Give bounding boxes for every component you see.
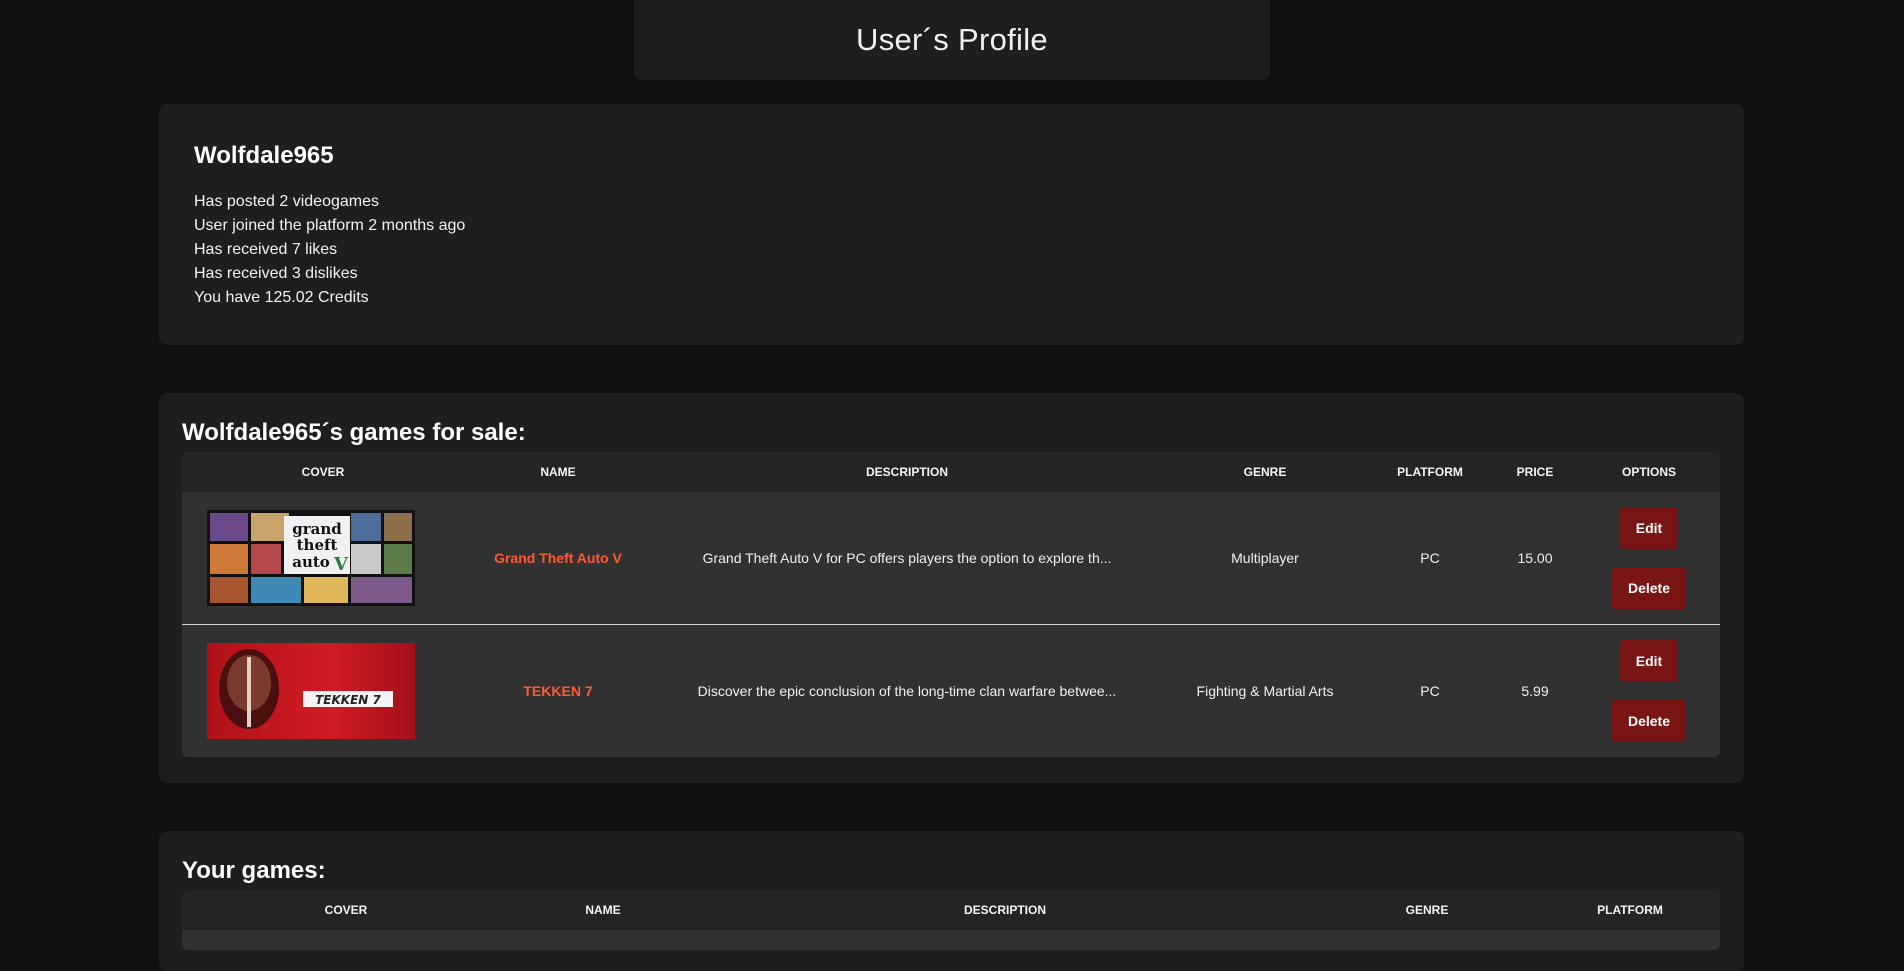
table-row: TEKKEN 7 TEKKEN 7 Discover the epic conc… bbox=[182, 625, 1720, 757]
table-header: COVER NAME DESCRIPTION GENRE PLATFORM PR… bbox=[182, 452, 1720, 492]
profile-card: Wolfdale965 Has posted 2 videogames User… bbox=[159, 104, 1744, 345]
your-games-card: Your games: COVER NAME DESCRIPTION GENRE… bbox=[159, 831, 1744, 971]
delete-button[interactable]: Delete bbox=[1612, 700, 1686, 742]
table-row: grand theft auto V Grand Theft Auto V Gr… bbox=[182, 492, 1720, 625]
game-price: 5.99 bbox=[1521, 683, 1549, 699]
column-header-description: DESCRIPTION bbox=[963, 903, 1046, 917]
profile-stats: Has posted 2 videogames User joined the … bbox=[194, 190, 465, 310]
games-for-sale-card: Wolfdale965´s games for sale: COVER NAME… bbox=[159, 393, 1744, 783]
game-price: 15.00 bbox=[1517, 550, 1553, 566]
column-header-cover: COVER bbox=[301, 465, 345, 479]
table-header: COVER NAME DESCRIPTION GENRE PLATFORM bbox=[182, 890, 1720, 930]
game-description: Grand Theft Auto V for PC offers players… bbox=[702, 550, 1112, 566]
column-header-name: NAME bbox=[540, 465, 576, 479]
game-platform: PC bbox=[1420, 683, 1440, 699]
cover-cell: grand theft auto V bbox=[182, 492, 440, 624]
column-header-genre: GENRE bbox=[1243, 465, 1287, 479]
your-games-title: Your games: bbox=[182, 857, 326, 884]
game-name-link[interactable]: Grand Theft Auto V bbox=[440, 492, 676, 624]
gta-v-cover-image: grand theft auto V bbox=[207, 510, 415, 606]
column-header-cover: COVER bbox=[324, 903, 368, 917]
edit-button[interactable]: Edit bbox=[1620, 507, 1678, 549]
games-for-sale-table: COVER NAME DESCRIPTION GENRE PLATFORM PR… bbox=[182, 452, 1720, 757]
column-header-platform: PLATFORM bbox=[1597, 903, 1663, 917]
options-cell: Edit Delete bbox=[1578, 625, 1720, 757]
column-header-genre: GENRE bbox=[1405, 903, 1449, 917]
game-genre: Multiplayer bbox=[1231, 550, 1299, 566]
cover-cell: TEKKEN 7 bbox=[182, 625, 440, 757]
column-header-description: DESCRIPTION bbox=[865, 465, 948, 479]
svg-text:TEKKEN 7: TEKKEN 7 bbox=[315, 693, 381, 707]
column-header-options: OPTIONS bbox=[1621, 465, 1676, 479]
delete-button[interactable]: Delete bbox=[1612, 567, 1686, 609]
column-header-name: NAME bbox=[585, 903, 621, 917]
games-for-sale-title: Wolfdale965´s games for sale: bbox=[182, 419, 526, 446]
options-cell: Edit Delete bbox=[1578, 492, 1720, 624]
column-header-platform: PLATFORM bbox=[1397, 465, 1463, 479]
stat-dislikes: Has received 3 dislikes bbox=[194, 265, 358, 282]
profile-username: Wolfdale965 bbox=[194, 142, 334, 169]
edit-button[interactable]: Edit bbox=[1620, 640, 1678, 682]
your-games-table: COVER NAME DESCRIPTION GENRE PLATFORM bbox=[182, 890, 1720, 950]
game-description: Discover the epic conclusion of the long… bbox=[697, 683, 1117, 699]
svg-text:auto: auto bbox=[292, 553, 330, 571]
game-name-link[interactable]: TEKKEN 7 bbox=[440, 625, 676, 757]
stat-joined: User joined the platform 2 months ago bbox=[194, 217, 466, 234]
tekken-7-cover-image: TEKKEN 7 bbox=[207, 643, 415, 739]
stat-likes: Has received 7 likes bbox=[194, 241, 338, 258]
page-title: User´s Profile bbox=[856, 22, 1048, 57]
stat-credits: You have 125.02 Credits bbox=[194, 289, 369, 306]
svg-text:theft: theft bbox=[297, 536, 338, 554]
page-header: User´s Profile bbox=[634, 0, 1270, 80]
game-genre: Fighting & Martial Arts bbox=[1196, 683, 1334, 699]
svg-text:V: V bbox=[333, 554, 349, 575]
column-header-price: PRICE bbox=[1516, 465, 1554, 479]
stat-posted: Has posted 2 videogames bbox=[194, 193, 379, 210]
game-platform: PC bbox=[1420, 550, 1440, 566]
